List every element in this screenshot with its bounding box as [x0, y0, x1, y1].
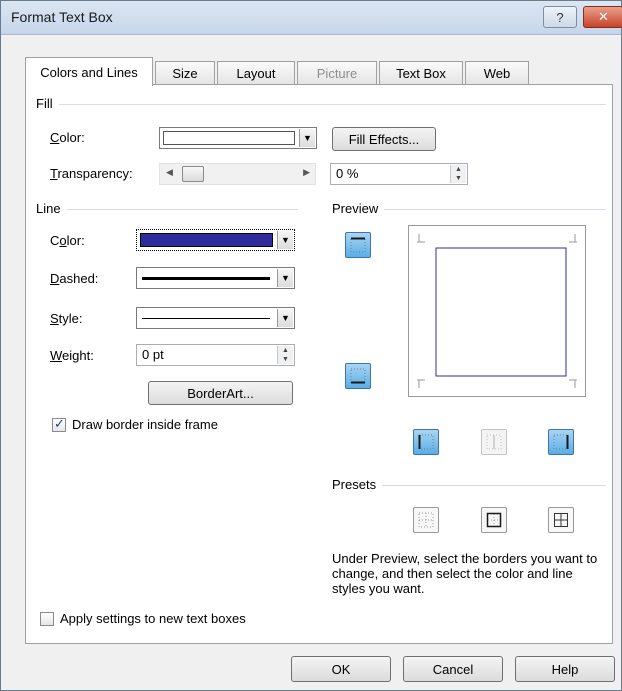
preview-area	[408, 225, 586, 397]
cancel-button[interactable]: Cancel	[403, 656, 503, 682]
dropdown-arrow-icon[interactable]: ▼	[277, 269, 293, 287]
preview-frame	[417, 234, 577, 388]
tab-size[interactable]: Size	[155, 61, 215, 85]
preset-box-icon	[486, 512, 502, 528]
top-border-icon	[350, 237, 366, 253]
spin-up-icon[interactable]: ▲	[278, 346, 293, 355]
colors-and-lines-panel: Fill Color: ▼ Fill Effects... Transparen…	[25, 84, 613, 644]
tab-label: Web	[483, 66, 511, 81]
transparency-label: Transparency:	[50, 166, 133, 181]
draw-border-inside-label: Draw border inside frame	[72, 417, 218, 432]
transparency-spinner[interactable]: ▲ ▼	[450, 165, 466, 183]
fill-color-label: Color:	[50, 130, 85, 145]
line-separator	[36, 209, 298, 210]
preset-grid-button[interactable]	[548, 507, 574, 533]
tab-text-box[interactable]: Text Box	[379, 61, 463, 85]
fill-separator	[36, 104, 606, 105]
bottom-border-icon	[350, 368, 366, 384]
transparency-thumb[interactable]	[182, 166, 204, 182]
tab-picture: Picture	[297, 61, 377, 85]
tab-layout[interactable]: Layout	[217, 61, 295, 85]
weight-input[interactable]: 0 pt ▲ ▼	[136, 344, 295, 366]
spin-down-icon[interactable]: ▼	[278, 355, 293, 364]
apply-settings-label: Apply settings to new text boxes	[60, 611, 246, 626]
weight-spinner[interactable]: ▲ ▼	[277, 346, 293, 364]
style-label: Style:	[50, 311, 83, 326]
preset-grid-icon	[554, 513, 568, 527]
fill-color-swatch	[163, 131, 295, 145]
help-label: Help	[551, 661, 579, 677]
dropdown-arrow-icon[interactable]: ▼	[277, 231, 293, 249]
help-button[interactable]: Help	[515, 656, 615, 682]
left-border-icon	[418, 434, 434, 450]
spin-up-icon[interactable]: ▲	[451, 165, 466, 174]
ok-label: OK	[331, 661, 351, 677]
style-combo[interactable]: ▼	[136, 307, 295, 329]
transparency-input[interactable]: 0 % ▲ ▼	[330, 163, 468, 185]
preset-none-icon	[418, 512, 434, 528]
transparency-slider[interactable]: ◀ ▶	[159, 163, 316, 185]
left-border-button[interactable]	[413, 429, 439, 455]
line-color-label: Color:	[50, 233, 85, 248]
dropdown-arrow-icon[interactable]: ▼	[277, 309, 293, 327]
style-line-sample	[142, 318, 270, 319]
transparency-value: 0 %	[336, 166, 359, 181]
right-border-button[interactable]	[548, 429, 574, 455]
weight-label: Weight:	[50, 348, 94, 363]
apply-settings-checkbox[interactable]	[40, 612, 54, 626]
bottom-border-button[interactable]	[345, 363, 371, 389]
tab-label: Layout	[236, 66, 276, 81]
presets-instructions: Under Preview, select the borders you wa…	[332, 551, 598, 596]
cancel-label: Cancel	[432, 661, 474, 677]
tab-label: Size	[172, 66, 198, 81]
dashed-label: Dashed:	[50, 271, 99, 286]
help-title-button[interactable]: ?	[543, 6, 577, 28]
fill-effects-label: Fill Effects...	[348, 131, 420, 147]
dropdown-arrow-icon[interactable]: ▼	[299, 129, 315, 147]
line-group-title: Line	[36, 201, 67, 216]
tab-label: Colors and Lines	[40, 64, 138, 80]
close-icon: ✕	[598, 9, 609, 24]
title-bar[interactable]: Format Text Box ? ✕	[1, 1, 622, 35]
draw-border-inside-checkbox[interactable]: ✓	[52, 416, 66, 432]
checkmark-icon: ✓	[54, 416, 65, 431]
line-color-swatch	[140, 233, 273, 247]
fill-color-combo[interactable]: ▼	[159, 127, 317, 149]
scroll-left-icon[interactable]: ◀	[166, 167, 173, 178]
fill-effects-button[interactable]: Fill Effects...	[332, 127, 436, 151]
spin-down-icon[interactable]: ▼	[451, 174, 466, 183]
preset-box-button[interactable]	[481, 507, 507, 533]
dashed-combo[interactable]: ▼	[136, 267, 295, 289]
help-icon: ?	[556, 9, 564, 25]
inner-vertical-border-icon	[486, 434, 502, 450]
preset-none-button[interactable]	[413, 507, 439, 533]
borderart-button[interactable]: BorderArt...	[148, 381, 293, 405]
dashed-line-sample	[142, 277, 270, 280]
right-border-icon	[553, 434, 569, 450]
fill-group-title: Fill	[36, 96, 59, 111]
tab-label: Text Box	[396, 66, 446, 81]
tab-label: Picture	[316, 66, 358, 81]
weight-value: 0 pt	[142, 347, 164, 362]
ok-button[interactable]: OK	[291, 656, 391, 682]
inner-vertical-border-button	[481, 429, 507, 455]
presets-group-title: Presets	[332, 477, 383, 492]
preview-group-title: Preview	[332, 201, 385, 216]
top-border-button[interactable]	[345, 232, 371, 258]
window-title: Format Text Box	[11, 9, 113, 25]
line-color-combo[interactable]: ▼	[136, 229, 295, 251]
borderart-label: BorderArt...	[187, 385, 254, 401]
tab-colors-and-lines[interactable]: Colors and Lines	[25, 57, 153, 86]
tab-web[interactable]: Web	[465, 61, 529, 85]
close-button[interactable]: ✕	[583, 6, 622, 28]
format-text-box-dialog: Format Text Box ? ✕ Colors and Lines Siz…	[0, 0, 622, 691]
scroll-right-icon[interactable]: ▶	[303, 167, 310, 178]
